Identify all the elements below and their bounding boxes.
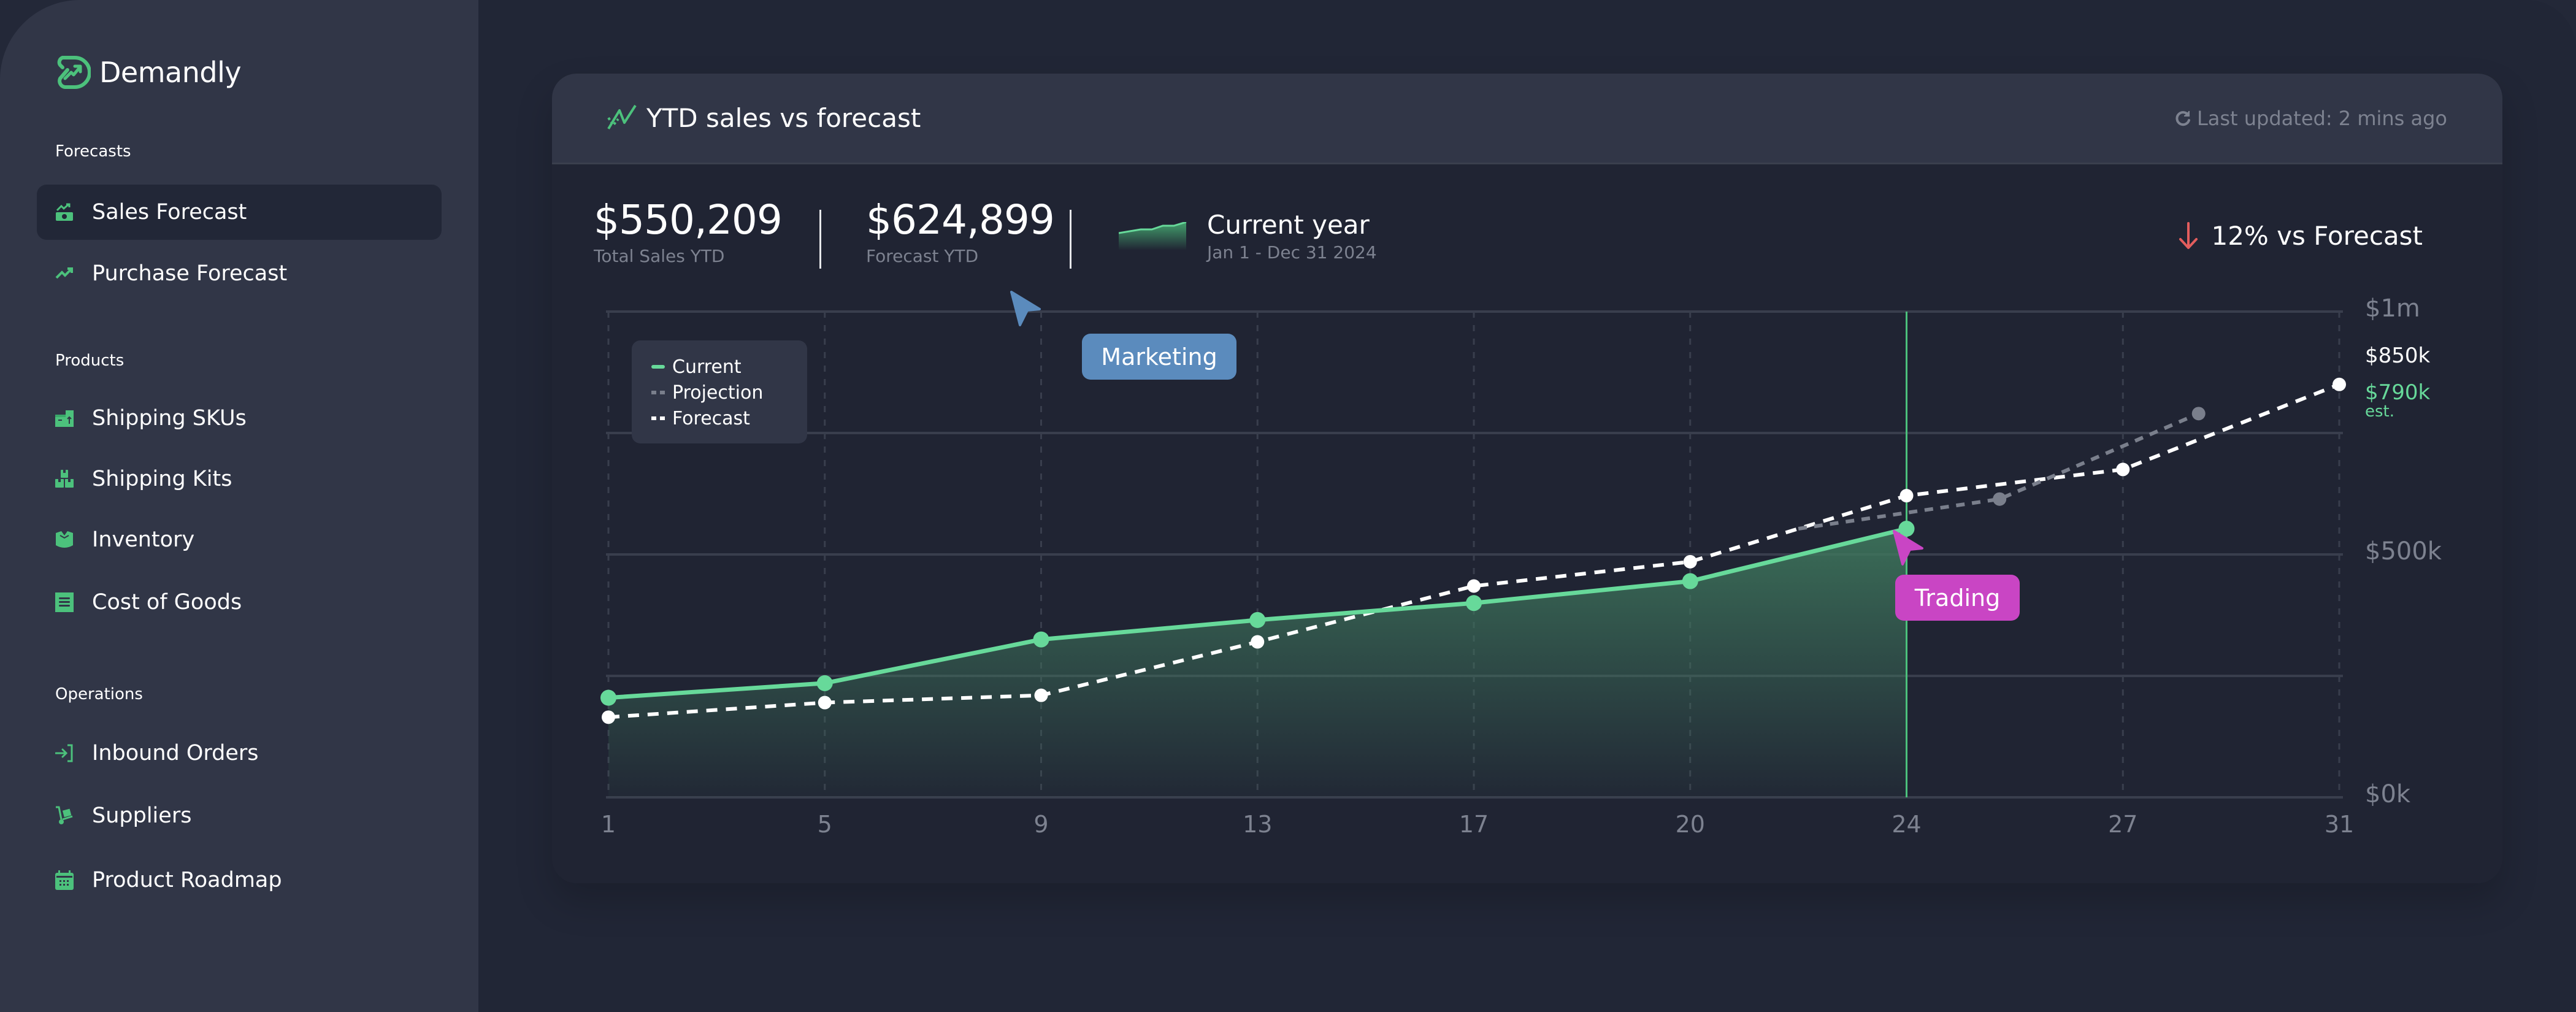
sidebar-item-shipping-kits[interactable]: Shipping Kits xyxy=(37,451,442,507)
x-axis-label: 20 xyxy=(1675,811,1705,838)
boxes-upload-icon xyxy=(55,409,74,427)
section-label-forecasts: Forecasts xyxy=(55,142,131,161)
legend-item-forecast[interactable]: Forecast xyxy=(651,405,807,431)
forecast-point xyxy=(602,710,615,724)
legend-item-projection[interactable]: Projection xyxy=(651,380,807,405)
current-point xyxy=(1249,611,1266,628)
current-point xyxy=(816,675,833,691)
collaborator-tag-marketing: Marketing xyxy=(1082,334,1236,380)
x-axis-label: 5 xyxy=(817,811,832,838)
forecast-point xyxy=(1899,489,1914,503)
forecast-point xyxy=(2333,377,2346,391)
x-axis-label: 24 xyxy=(1892,811,1922,838)
sidebar-item-label: Cost of Goods xyxy=(92,590,242,615)
trading-cursor-icon xyxy=(1893,530,1923,565)
x-axis-label: 17 xyxy=(1459,811,1489,838)
sidebar-item-sales-forecast[interactable]: Sales Forecast xyxy=(37,185,442,240)
sidebar-item-label: Inventory xyxy=(92,527,195,552)
legend-swatch-dashed-white xyxy=(651,416,665,420)
projection-point xyxy=(1993,492,2007,506)
section-label-operations: Operations xyxy=(55,685,143,703)
projection-end-label: $790k est. xyxy=(2365,380,2431,421)
sidebar-item-label: Purchase Forecast xyxy=(92,261,288,286)
hand-truck-icon xyxy=(55,806,74,825)
current-point xyxy=(600,689,616,706)
sales-forecast-card: YTD sales vs forecast Last updated: 2 mi… xyxy=(552,74,2502,883)
money-chart-icon xyxy=(55,203,74,221)
sidebar-item-label: Product Roadmap xyxy=(92,868,282,892)
sales-chart xyxy=(600,310,2346,799)
logo-icon xyxy=(57,56,91,89)
end-label-value: $790k xyxy=(2365,380,2431,405)
receipt-icon xyxy=(55,592,74,612)
calendar-icon xyxy=(55,870,74,890)
collaborator-tag-trading: Trading xyxy=(1895,575,2020,621)
projection-line xyxy=(1798,412,2199,531)
legend-label: Forecast xyxy=(672,407,750,429)
legend-swatch-solid xyxy=(651,365,665,369)
stacked-boxes-icon xyxy=(55,470,74,488)
sidebar-item-purchase-forecast[interactable]: Purchase Forecast xyxy=(37,246,442,301)
app-frame: Demandly Forecasts Sales Forecast Purcha… xyxy=(0,0,2576,1012)
x-axis-label: 1 xyxy=(600,811,616,838)
x-axis-label: 31 xyxy=(2324,811,2355,838)
y-axis-label: $0k xyxy=(2365,780,2411,808)
end-label-sub: est. xyxy=(2365,402,2395,421)
logo[interactable]: Demandly xyxy=(54,54,242,91)
forecast-end-label: $850k xyxy=(2365,343,2430,368)
sidebar: Demandly Forecasts Sales Forecast Purcha… xyxy=(0,0,478,1012)
chart-legend: Current Projection Forecast xyxy=(632,340,807,443)
trend-up-icon xyxy=(55,264,74,283)
sidebar-item-product-roadmap[interactable]: Product Roadmap xyxy=(37,853,442,908)
forecast-point xyxy=(2116,462,2130,477)
sidebar-item-inventory[interactable]: Inventory xyxy=(37,512,442,567)
sidebar-item-cost-of-goods[interactable]: Cost of Goods xyxy=(37,575,442,630)
x-axis-label: 9 xyxy=(1033,811,1049,838)
forecast-point xyxy=(1251,635,1265,649)
legend-swatch-dashed-gray xyxy=(651,391,665,394)
forecast-point xyxy=(1467,579,1481,593)
current-point xyxy=(1033,631,1049,648)
section-label-products: Products xyxy=(55,351,125,370)
end-label-value: $850k xyxy=(2365,343,2431,368)
sidebar-item-label: Suppliers xyxy=(92,803,192,828)
sidebar-item-suppliers[interactable]: Suppliers xyxy=(37,788,442,843)
sidebar-item-shipping-skus[interactable]: Shipping SKUs xyxy=(37,391,442,446)
sidebar-item-inbound-orders[interactable]: Inbound Orders xyxy=(37,726,442,781)
current-point xyxy=(1466,595,1482,611)
current-point xyxy=(1682,573,1698,589)
y-axis-label: $500k xyxy=(2365,537,2442,565)
sidebar-item-label: Inbound Orders xyxy=(92,741,259,765)
legend-item-current[interactable]: Current xyxy=(651,354,807,380)
open-box-icon xyxy=(55,531,74,549)
legend-label: Current xyxy=(672,356,742,378)
x-axis-label: 13 xyxy=(1243,811,1273,838)
sidebar-item-label: Shipping Kits xyxy=(92,467,232,491)
y-axis-label: $1m xyxy=(2365,294,2420,323)
legend-label: Projection xyxy=(672,381,764,404)
projection-point xyxy=(2191,407,2206,421)
x-axis-label: 27 xyxy=(2108,811,2138,838)
forecast-point xyxy=(1683,554,1697,569)
forecast-point xyxy=(1034,688,1048,702)
app-name: Demandly xyxy=(99,56,242,89)
forecast-point xyxy=(818,696,832,710)
sidebar-item-label: Shipping SKUs xyxy=(92,406,247,431)
sidebar-item-label: Sales Forecast xyxy=(92,200,247,224)
sign-in-icon xyxy=(55,744,74,762)
marketing-cursor-icon xyxy=(1010,291,1041,326)
